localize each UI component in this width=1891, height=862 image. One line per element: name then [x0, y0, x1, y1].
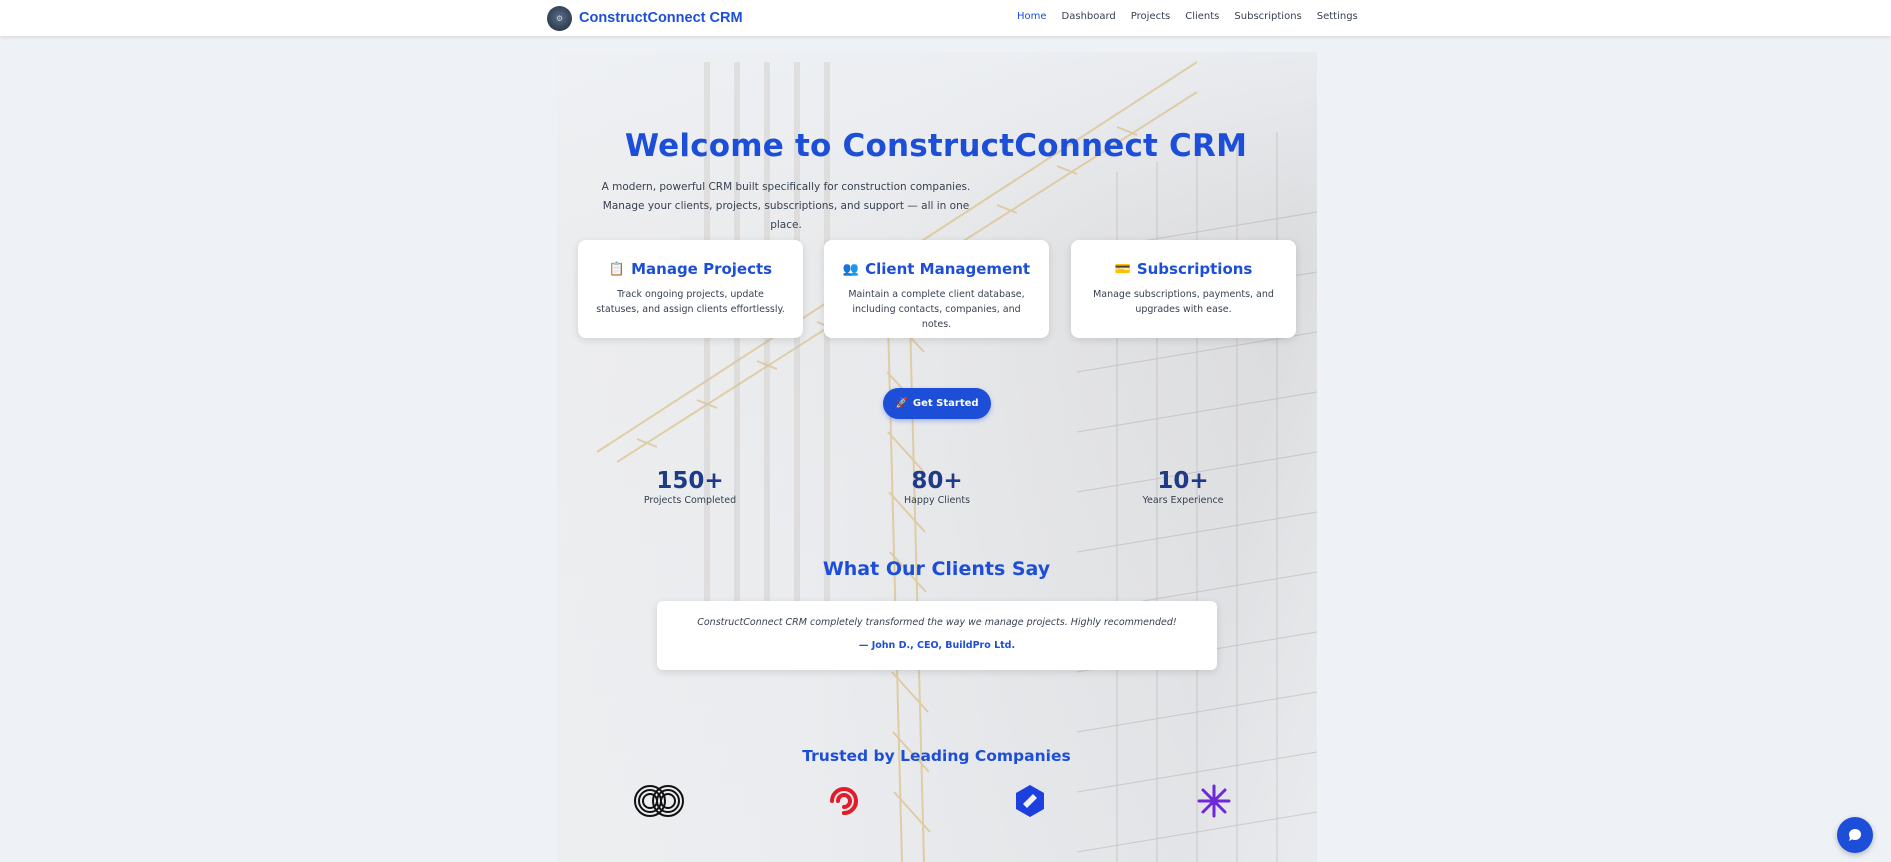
nav-link-settings[interactable]: Settings	[1317, 11, 1358, 22]
feature-card-subscriptions: 💳 Subscriptions Manage subscriptions, pa…	[1071, 240, 1296, 338]
infinity-rings-logo	[632, 782, 686, 820]
stat-value: 10+	[1157, 468, 1209, 494]
credit-card-icon: 💳	[1114, 261, 1131, 277]
feature-card-clients: 👥 Client Management Maintain a complete …	[824, 240, 1049, 338]
stat-label: Projects Completed	[643, 495, 737, 506]
feature-description: Maintain a complete client database, inc…	[848, 289, 1025, 330]
stat-label: Happy Clients	[903, 495, 971, 506]
top-navbar: ⚙ ConstructConnect CRM Home Dashboard Pr…	[0, 0, 1891, 36]
feature-description: Track ongoing projects, update statuses,…	[596, 289, 785, 315]
trusted-title: Trusted by Leading Companies	[802, 747, 1071, 765]
get-started-button[interactable]: 🚀 Get Started	[883, 388, 991, 419]
nav-link-clients[interactable]: Clients	[1185, 11, 1219, 22]
feature-description: Manage subscriptions, payments, and upgr…	[1093, 289, 1274, 315]
testimonials-title: What Our Clients Say	[822, 558, 1051, 580]
users-icon: 👥	[842, 261, 860, 277]
brand[interactable]: ⚙ ConstructConnect CRM	[547, 4, 743, 32]
chat-bubble-icon	[1849, 829, 1861, 841]
testimonial-card: ConstructConnect CRM completely transfor…	[657, 601, 1217, 670]
testimonial-author: — John D., CEO, BuildPro Ltd.	[858, 640, 1016, 651]
stat-clients: 80+ Happy Clients	[867, 468, 1007, 506]
stat-label: Years Experience	[1142, 495, 1224, 506]
nav-link-dashboard[interactable]: Dashboard	[1062, 11, 1116, 22]
stat-value: 150+	[656, 468, 724, 494]
get-started-label: Get Started	[912, 398, 979, 409]
nav-link-projects[interactable]: Projects	[1131, 11, 1170, 22]
rocket-icon: 🚀	[895, 398, 908, 409]
brand-name: ConstructConnect CRM	[579, 10, 743, 26]
feature-card-projects: 📋 Manage Projects Track ongoing projects…	[578, 240, 803, 338]
hero-description: A modern, powerful CRM built specificall…	[601, 181, 971, 231]
nav-link-subscriptions[interactable]: Subscriptions	[1234, 11, 1301, 22]
purple-star-logo	[1187, 782, 1241, 820]
feature-title: Client Management	[865, 260, 1031, 278]
nav-links: Home Dashboard Projects Clients Subscrip…	[1017, 11, 1358, 22]
clipboard-icon: 📋	[608, 261, 626, 277]
feature-title: Manage Projects	[631, 260, 773, 278]
stat-value: 80+	[911, 468, 963, 494]
nav-link-home[interactable]: Home	[1017, 11, 1047, 22]
hero-title: Welcome to ConstructConnect CRM	[624, 128, 1248, 164]
brand-logo-icon: ⚙	[547, 5, 572, 31]
stat-projects: 150+ Projects Completed	[620, 468, 760, 506]
feature-title: Subscriptions	[1136, 260, 1253, 278]
stat-experience: 10+ Years Experience	[1113, 468, 1253, 506]
chat-button[interactable]	[1837, 817, 1873, 853]
testimonial-quote: ConstructConnect CRM completely transfor…	[697, 617, 1177, 628]
red-swirl-logo	[817, 782, 871, 820]
blue-hexagon-logo	[1003, 782, 1057, 820]
hero-background-image	[557, 52, 1317, 862]
